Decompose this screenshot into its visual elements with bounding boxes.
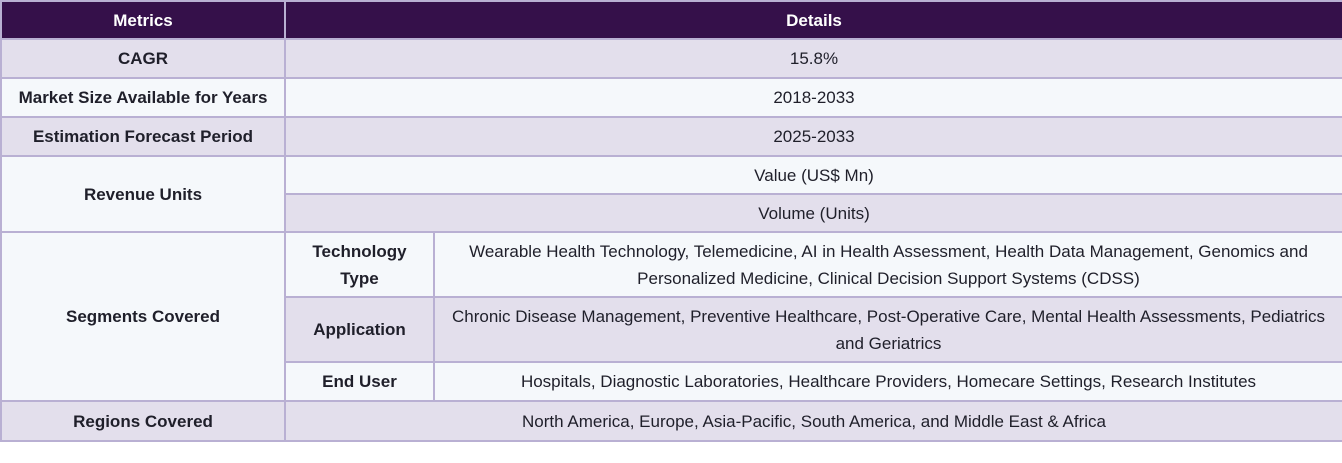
revenue-units-label: Revenue Units [0, 155, 286, 233]
market-size-value: 2018-2033 [284, 77, 1342, 118]
segment-application-label: Application [284, 296, 435, 363]
revenue-units-value-2: Volume (Units) [284, 193, 1342, 233]
segment-application-value: Chronic Disease Management, Preventive H… [433, 296, 1342, 363]
table-header-row: Metrics Details [0, 0, 1342, 40]
forecast-period-label: Estimation Forecast Period [0, 116, 286, 157]
cagr-label: CAGR [0, 38, 286, 79]
segments-covered-label: Segments Covered [0, 231, 286, 402]
regions-covered-label: Regions Covered [0, 400, 286, 442]
table-row-revenue-units: Revenue Units Value (US$ Mn) [0, 155, 1342, 233]
cagr-value: 15.8% [284, 38, 1342, 79]
table-row-regions: Regions Covered North America, Europe, A… [0, 400, 1342, 442]
header-details: Details [284, 0, 1342, 40]
report-metrics-table: Metrics Details CAGR 15.8% Market Size A… [0, 0, 1342, 442]
revenue-units-value-1: Value (US$ Mn) [284, 155, 1342, 195]
header-metrics: Metrics [0, 0, 286, 40]
segment-end-user-label: End User [284, 361, 435, 402]
forecast-period-value: 2025-2033 [284, 116, 1342, 157]
segment-end-user-value: Hospitals, Diagnostic Laboratories, Heal… [433, 361, 1342, 402]
table-row-cagr: CAGR 15.8% [0, 38, 1342, 79]
segment-technology-label: Technology Type [284, 231, 435, 298]
table-row-market-size: Market Size Available for Years 2018-203… [0, 77, 1342, 118]
regions-covered-value: North America, Europe, Asia-Pacific, Sou… [284, 400, 1342, 442]
segment-technology-value: Wearable Health Technology, Telemedicine… [433, 231, 1342, 298]
table-row-segments-technology: Segments Covered Technology Type Wearabl… [0, 231, 1342, 402]
table-row-forecast-period: Estimation Forecast Period 2025-2033 [0, 116, 1342, 157]
market-size-label: Market Size Available for Years [0, 77, 286, 118]
